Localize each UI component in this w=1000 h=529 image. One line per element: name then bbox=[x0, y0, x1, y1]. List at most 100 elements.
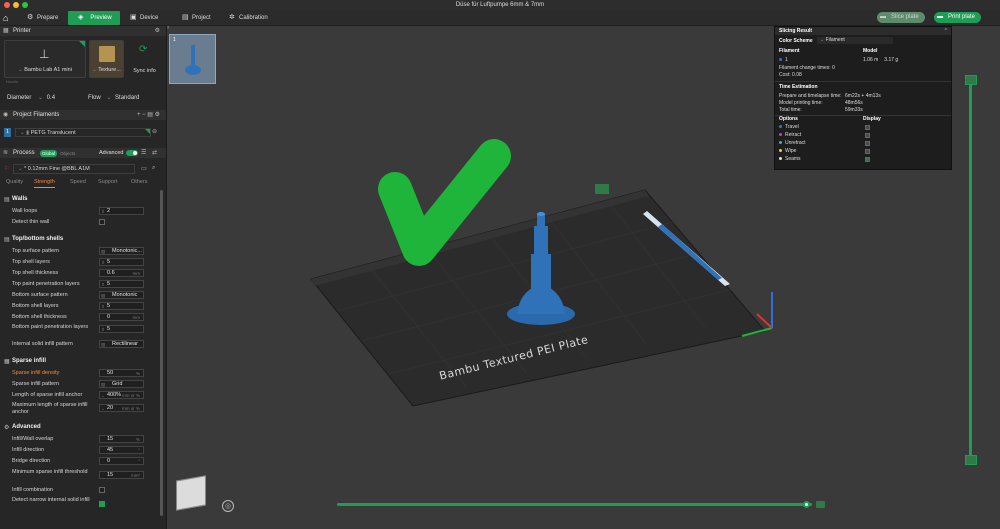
calibration-icon: ✲ bbox=[229, 14, 235, 21]
travel-display-checkbox[interactable] bbox=[865, 125, 870, 130]
global-toggle[interactable]: Global bbox=[40, 150, 58, 157]
internal-solid-select[interactable]: ▧ Rectilinear bbox=[99, 340, 144, 348]
anchor-length-field[interactable]: ⌄ 400% mm or % bbox=[99, 391, 144, 399]
detect-thin-wall-checkbox[interactable] bbox=[99, 219, 105, 225]
tab-project[interactable]: ▤ Project bbox=[180, 11, 222, 25]
flow-value[interactable]: Standard bbox=[115, 95, 139, 101]
minimize-window-button[interactable] bbox=[13, 2, 19, 8]
tab-prepare[interactable]: ⚙ Prepare bbox=[25, 11, 67, 25]
filament-settings-icon[interactable]: ⊖ bbox=[152, 128, 157, 135]
plate-selector[interactable]: ⌄ Texture... bbox=[89, 40, 124, 78]
detect-narrow-label: Detect narrow internal solid infill bbox=[12, 497, 90, 503]
bridge-direction-field[interactable]: 0 ° bbox=[99, 457, 144, 465]
settings-icon[interactable]: ⚙ bbox=[155, 26, 160, 36]
wipe-display-checkbox[interactable] bbox=[865, 149, 870, 154]
filament-index-swatch[interactable]: 1 bbox=[4, 128, 11, 137]
detect-narrow-checkbox[interactable] bbox=[99, 501, 105, 507]
topbottom-group-title: ▤ Top/bottom shells bbox=[4, 236, 63, 243]
compare-icon[interactable]: ⇄ bbox=[152, 148, 157, 158]
wall-loops-label: Wall loops bbox=[12, 208, 38, 214]
move-slider[interactable] bbox=[337, 501, 812, 508]
unit-label: mm or % bbox=[122, 393, 140, 398]
overlap-field[interactable]: 15% bbox=[99, 435, 144, 443]
bottom-surface-pattern-select[interactable]: ▧ Monotonic bbox=[99, 291, 144, 299]
close-window-button[interactable] bbox=[4, 2, 10, 8]
retract-display-checkbox[interactable] bbox=[865, 133, 870, 138]
option-wipe: Wipe bbox=[779, 148, 796, 154]
edit-corner-icon[interactable] bbox=[145, 129, 150, 134]
color-scheme-value: Filament bbox=[825, 37, 845, 43]
diameter-value[interactable]: 0.4 bbox=[47, 95, 55, 101]
home-icon[interactable]: ⌂ bbox=[3, 13, 13, 23]
top-paint-label: Top paint penetration layers bbox=[12, 281, 80, 287]
filament-color-dot bbox=[779, 58, 782, 62]
layer-slider-bottom-badge[interactable] bbox=[965, 455, 977, 465]
print-plate-button[interactable]: ▬ Print plate bbox=[934, 12, 982, 23]
anchor-max-field[interactable]: ⌄ 20 mm or % bbox=[99, 404, 144, 412]
sync-info-button[interactable]: ⟳ Sync info bbox=[128, 40, 161, 78]
collapse-icon[interactable]: ⌃ bbox=[944, 27, 948, 35]
process-profile-selector[interactable]: ⌄ * 0.12mm Fine @BBL A1M bbox=[13, 164, 135, 174]
objects-toggle[interactable]: Objects bbox=[60, 149, 75, 159]
bottom-paint-field[interactable]: ⇕ 5 bbox=[99, 325, 144, 333]
bottom-shell-thickness-field[interactable]: 0 mm bbox=[99, 313, 144, 321]
bottom-shell-layers-field[interactable]: ⇕ 5 bbox=[99, 302, 144, 310]
top-shell-thickness-field[interactable]: 0.6 mm bbox=[99, 269, 144, 277]
layer-slider[interactable] bbox=[968, 80, 974, 460]
process-section-header: ≋ Process Global Objects Advanced ☰ ⇄ bbox=[0, 148, 166, 159]
process-icon: ≋ bbox=[3, 150, 9, 156]
slice-label: Slice plate bbox=[891, 14, 919, 20]
top-surface-pattern-select[interactable]: ▧ Monotonic... bbox=[99, 247, 144, 255]
slice-plate-button[interactable]: ▬ Slice plate bbox=[877, 12, 925, 23]
filament-weight: 3.17 g bbox=[884, 57, 899, 63]
field-value: 400% bbox=[107, 392, 122, 398]
slicing-result-panel: Slicing Result ⌃ Color Scheme ⌄ Filament … bbox=[774, 26, 952, 170]
printer-selector[interactable]: ⊥ ⌄ Bambu Lab A1 mini bbox=[4, 40, 86, 78]
tab-support[interactable]: Support bbox=[98, 177, 117, 187]
device-icon: ▣ bbox=[130, 14, 137, 21]
tab-strength[interactable]: Strength bbox=[34, 177, 55, 188]
printer-icon: ⊥ bbox=[39, 47, 50, 61]
tab-quality[interactable]: Quality bbox=[6, 177, 23, 187]
tab-label: Device bbox=[140, 15, 159, 21]
save-profile-icon[interactable]: ▭ bbox=[141, 165, 147, 172]
walls-group-title: ▤ Walls bbox=[4, 196, 27, 203]
top-shell-layers-field[interactable]: ⇕ 5 bbox=[99, 258, 144, 266]
sparse-pattern-label: Sparse infill pattern bbox=[12, 381, 60, 387]
tab-speed[interactable]: Speed bbox=[70, 177, 86, 187]
detect-thin-wall-label: Detect thin wall bbox=[12, 219, 50, 225]
advanced-switch[interactable] bbox=[126, 150, 138, 156]
sparse-density-field[interactable]: 50% bbox=[99, 369, 144, 377]
list-icon[interactable]: ☰ bbox=[141, 148, 146, 158]
min-sparse-field[interactable]: 15 mm² bbox=[99, 471, 144, 479]
field-value: 5 bbox=[107, 259, 111, 265]
filament-change-times: Filament change times: 0 bbox=[779, 65, 835, 71]
infill-combination-checkbox[interactable] bbox=[99, 487, 105, 493]
orientation-icon[interactable]: ◎ bbox=[222, 500, 234, 512]
color-scheme-select[interactable]: ⌄ Filament bbox=[817, 37, 893, 44]
tab-calibration[interactable]: ✲ Calibration bbox=[227, 11, 277, 25]
section-title: Process bbox=[13, 150, 35, 156]
tab-others[interactable]: Others bbox=[131, 177, 148, 187]
top-paint-field[interactable]: ⇕ 5 bbox=[99, 280, 144, 288]
zoom-window-button[interactable] bbox=[22, 2, 28, 8]
field-value: 5 bbox=[107, 326, 111, 332]
infill-direction-field[interactable]: 45 ° bbox=[99, 446, 144, 454]
filament-tools-icons[interactable]: + − ▤ ⚙ bbox=[137, 110, 160, 120]
search-icon[interactable]: ⌕ bbox=[152, 165, 155, 172]
move-slider-knob[interactable] bbox=[803, 501, 810, 508]
edit-corner-icon[interactable] bbox=[79, 41, 85, 47]
wall-loops-field[interactable]: ⇕ 2 bbox=[99, 207, 144, 215]
layer-slider-top-badge[interactable] bbox=[965, 75, 977, 85]
top-surface-pattern-label: Top surface pattern bbox=[12, 248, 60, 254]
unretract-display-checkbox[interactable] bbox=[865, 141, 870, 146]
tab-preview[interactable]: ◈ Preview bbox=[68, 11, 120, 25]
left-scrollbar[interactable] bbox=[160, 190, 163, 516]
group-title-text: Advanced bbox=[12, 424, 41, 430]
filament-selector[interactable]: ⌄ ▮ PETG Translucent bbox=[15, 128, 151, 137]
travel-color-dot bbox=[779, 125, 782, 129]
tab-device[interactable]: ▣ Device bbox=[128, 11, 168, 25]
seams-display-checkbox[interactable] bbox=[865, 157, 870, 162]
view-cube[interactable] bbox=[176, 475, 206, 511]
sparse-pattern-select[interactable]: ▨ Grid bbox=[99, 380, 144, 388]
